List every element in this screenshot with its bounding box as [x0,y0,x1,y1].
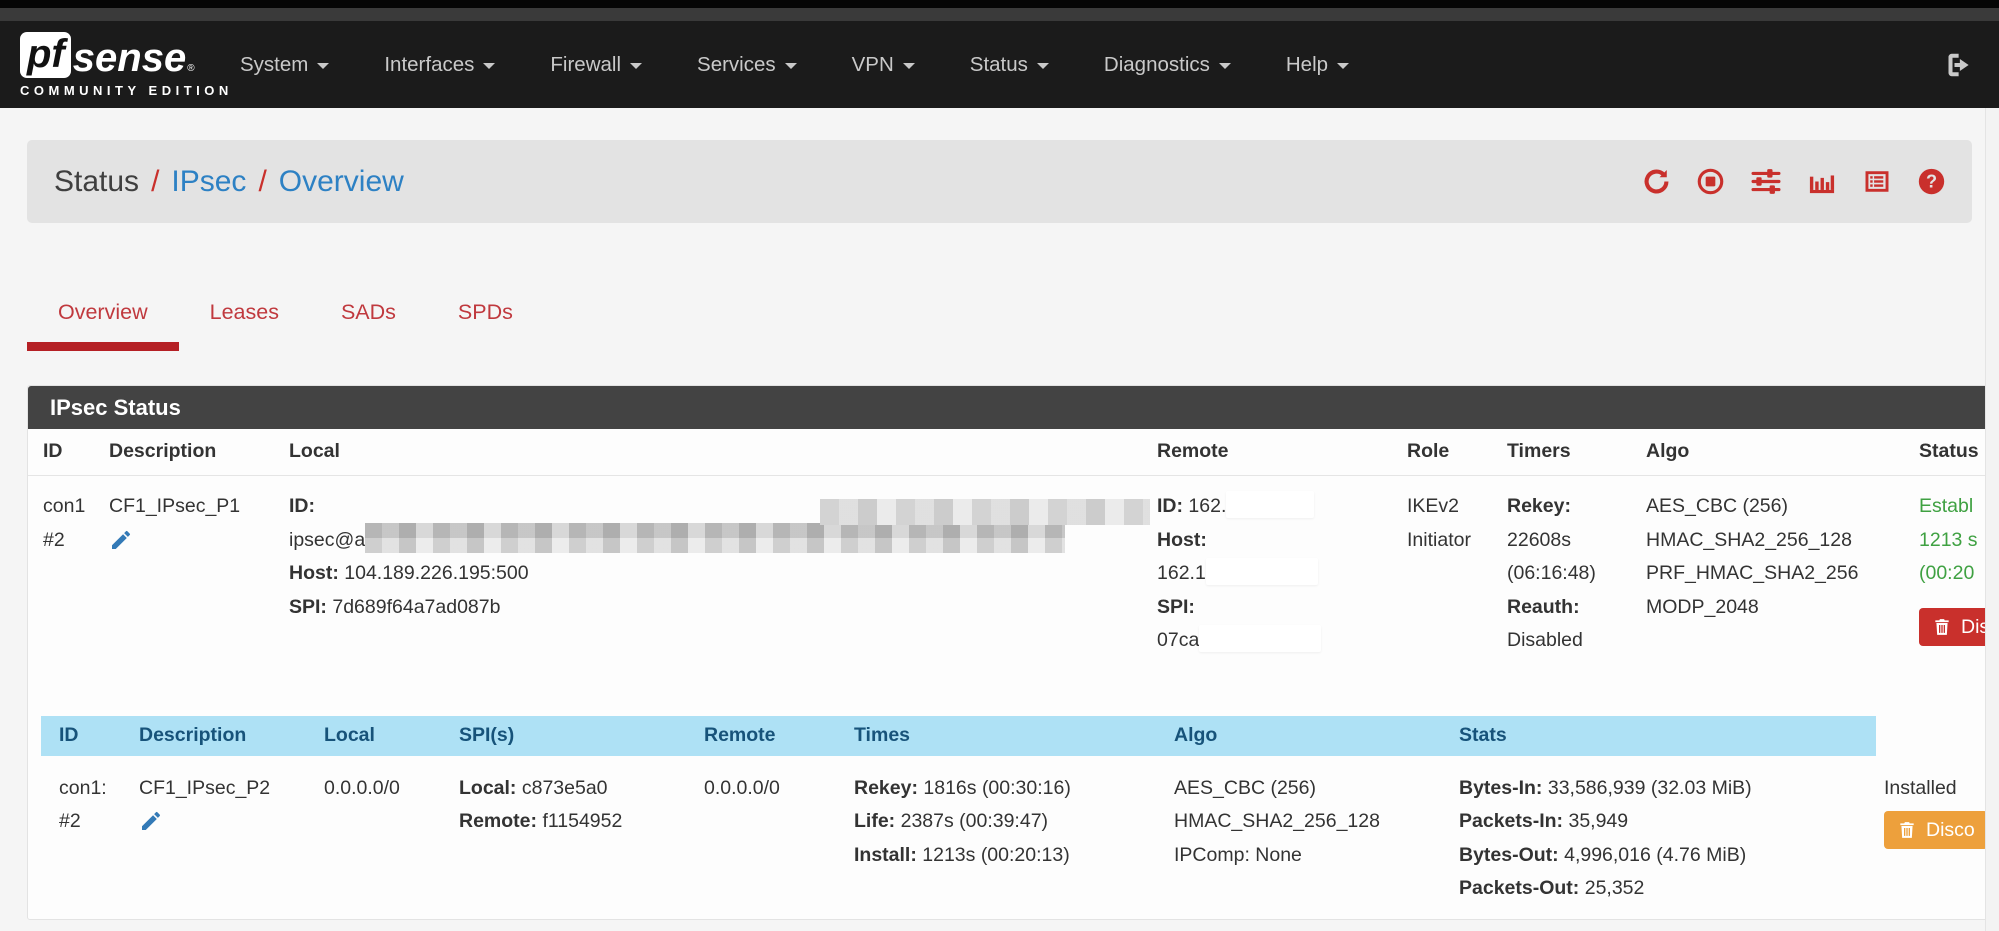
nav-item-diagnostics[interactable]: Diagnostics [1104,53,1231,77]
child-col-actions [1876,716,1971,756]
tab-spds[interactable]: SPDs [427,287,544,351]
vertical-scrollbar[interactable] [1985,108,1999,931]
child-col-stats: Stats [1451,716,1876,756]
log-icon[interactable] [1862,167,1892,196]
redacted-mosaic [365,523,1065,553]
child-col-spis: SPI(s) [451,716,696,756]
ike-algo-cell: AES_CBC (256) HMAC_SHA2_256_128 PRF_HMAC… [1638,476,1911,672]
child-algo-cell: AES_CBC (256) HMAC_SHA2_256_128 IPComp: … [1166,756,1451,922]
top-navbar: pfsense® COMMUNITY EDITION System Interf… [0,21,1999,108]
ike-timers-cell: Rekey: 22608s (06:16:48) Reauth: Disable… [1499,476,1638,672]
sign-out-icon[interactable] [1943,50,1973,80]
nav-item-firewall[interactable]: Firewall [550,53,642,77]
child-sa-table: ID Description Local SPI(s) Remote Times… [41,716,1971,922]
child-stats-cell: Bytes-In: 33,586,939 (32.03 MiB) Packets… [1451,756,1876,922]
nav-item-help[interactable]: Help [1286,53,1349,77]
sliders-icon[interactable] [1750,167,1782,196]
breadcrumb-separator: / [258,165,266,199]
ipsec-status-panel: IPsec Status ID Description Local Remote… [27,385,1999,920]
chevron-down-icon [785,63,797,69]
status-established: Establ [1919,495,1973,517]
chevron-down-icon [1219,63,1231,69]
nav-item-system[interactable]: System [240,53,329,77]
breadcrumb-toolbar: ? [1642,167,1946,196]
ike-sa-table: ID Description Local Remote Role Timers … [28,429,1999,672]
col-header-remote: Remote [1149,429,1399,476]
child-sa-row: con1: #2 CF1_IPsec_P2 0.0.0.0/0 Local: c… [41,756,1971,922]
browser-chrome-strip-2 [0,8,1999,21]
ike-role-cell: IKEv2 Initiator [1399,476,1499,672]
col-header-timers: Timers [1499,429,1638,476]
breadcrumb-separator: / [151,165,159,199]
child-col-id: ID [41,716,131,756]
chevron-down-icon [483,63,495,69]
help-icon[interactable]: ? [1917,167,1946,196]
child-col-description: Description [131,716,316,756]
child-col-algo: Algo [1166,716,1451,756]
nav-item-vpn[interactable]: VPN [852,53,915,77]
nav-item-interfaces[interactable]: Interfaces [384,53,495,77]
tab-overview[interactable]: Overview [27,287,179,351]
col-header-id: ID [28,429,101,476]
tab-sads[interactable]: SADs [310,287,427,351]
nav-item-services[interactable]: Services [697,53,797,77]
ike-table-header-row: ID Description Local Remote Role Timers … [28,429,1999,476]
edit-pencil-icon[interactable] [109,528,133,552]
redacted-box [1206,558,1318,585]
panel-title: IPsec Status [28,386,1999,429]
child-times-cell: Rekey: 1816s (00:30:16) Life: 2387s (00:… [846,756,1166,922]
redacted-box [1226,491,1314,518]
stop-icon[interactable] [1696,167,1725,196]
chevron-down-icon [1037,63,1049,69]
bar-chart-icon[interactable] [1807,167,1837,196]
col-header-algo: Algo [1638,429,1911,476]
ike-id-cell: con1 #2 [28,476,101,672]
breadcrumb-link-overview[interactable]: Overview [279,165,404,199]
logo-sense-text: sense [73,38,186,78]
chevron-down-icon [317,63,329,69]
col-header-local: Local [281,429,1149,476]
chevron-down-icon [1337,63,1349,69]
redacted-box [1199,625,1321,652]
child-description-cell: CF1_IPsec_P2 [131,756,316,922]
child-col-local: Local [316,716,451,756]
child-col-times: Times [846,716,1166,756]
child-col-remote: Remote [696,716,846,756]
logo-subtitle: COMMUNITY EDITION [20,83,200,98]
edit-pencil-icon[interactable] [139,809,163,833]
child-sa-section: ID Description Local SPI(s) Remote Times… [41,716,1999,922]
child-table-header-row: ID Description Local SPI(s) Remote Times… [41,716,1971,756]
pfsense-ipsec-status-page: pfsense® COMMUNITY EDITION System Interf… [0,0,1999,931]
col-header-description: Description [101,429,281,476]
nav-menu: System Interfaces Firewall Services VPN … [240,53,1404,77]
child-spis-cell: Local: c873e5a0 Remote: f1154952 [451,756,696,922]
breadcrumb-root: Status [54,165,139,199]
nav-item-status[interactable]: Status [970,53,1049,77]
breadcrumb-bar: Status / IPsec / Overview ? [27,140,1972,223]
ike-description-cell: CF1_IPsec_P1 [101,476,281,672]
breadcrumb: Status / IPsec / Overview [54,165,404,199]
tab-leases[interactable]: Leases [179,287,310,351]
child-id-cell: con1: #2 [41,756,131,922]
breadcrumb-link-ipsec[interactable]: IPsec [171,165,246,199]
page-tabs: Overview Leases SADs SPDs [27,287,544,351]
pfsense-logo[interactable]: pfsense® COMMUNITY EDITION [20,32,200,98]
logo-pf-box: pf [20,32,71,78]
disconnect-child-button[interactable]: Disco [1884,811,1988,849]
child-status-cell: Installed Disco [1876,756,1971,922]
ike-sa-row: con1 #2 CF1_IPsec_P1 ID: ipsec@a Host: 1… [28,476,1999,672]
refresh-icon[interactable] [1642,167,1671,196]
col-header-role: Role [1399,429,1499,476]
chevron-down-icon [630,63,642,69]
ike-remote-cell: ID: 162. Host: 162.1 SPI: 07ca [1149,476,1399,672]
chevron-down-icon [903,63,915,69]
child-remote-cell: 0.0.0.0/0 [696,756,846,922]
child-local-cell: 0.0.0.0/0 [316,756,451,922]
status-installed: Installed [1884,777,1957,799]
svg-text:?: ? [1926,172,1937,192]
ike-local-cell: ID: ipsec@a Host: 104.189.226.195:500 SP… [281,476,1149,672]
browser-chrome-strip [0,0,1999,8]
logo-registered-mark: ® [187,63,194,74]
